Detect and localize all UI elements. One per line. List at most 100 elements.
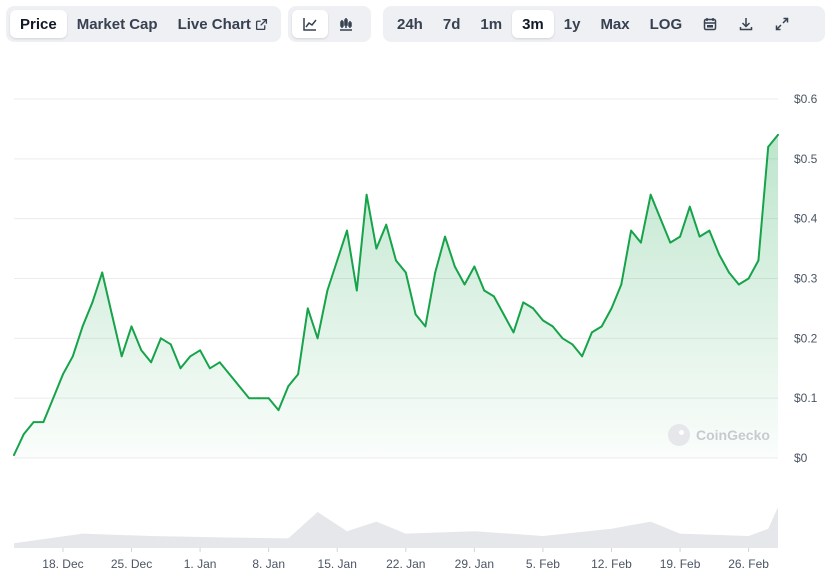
price-point — [669, 241, 672, 244]
price-point — [542, 319, 544, 322]
range-24h-button[interactable]: 24h — [387, 10, 433, 38]
y-tick-label: $0.6 — [794, 92, 818, 106]
x-tick-label: 22. Jan — [386, 557, 425, 571]
price-point — [326, 289, 329, 292]
price-point — [355, 289, 358, 292]
price-point — [728, 271, 730, 274]
price-point — [679, 235, 681, 238]
coingecko-logo-icon — [668, 424, 690, 446]
price-point — [248, 397, 251, 400]
x-tick-label: 8. Jan — [252, 557, 285, 571]
price-point — [22, 433, 25, 435]
price-point — [649, 193, 652, 196]
x-tick-label: 19. Feb — [660, 557, 701, 571]
price-point — [610, 307, 613, 310]
price-point — [228, 373, 231, 376]
range-1y-button[interactable]: 1y — [554, 10, 591, 38]
price-point — [551, 325, 554, 328]
price-point — [189, 355, 192, 358]
price-point — [71, 355, 74, 358]
price-point — [316, 337, 319, 340]
download-icon — [738, 16, 754, 32]
x-tick-label: 18. Dec — [42, 557, 83, 571]
price-point — [287, 385, 290, 388]
price-point — [375, 247, 378, 250]
x-tick-label: 15. Jan — [318, 557, 357, 571]
price-point — [120, 355, 123, 358]
price-point — [277, 409, 280, 411]
price-point — [591, 331, 593, 334]
price-point — [600, 325, 603, 328]
price-point — [404, 271, 407, 274]
price-point — [258, 397, 260, 400]
price-point — [101, 271, 104, 274]
price-point — [581, 355, 583, 358]
range-selector: 24h 7d 1m 3m 1y Max LOG — [383, 6, 825, 42]
price-point — [306, 307, 309, 310]
price-point — [493, 295, 495, 298]
price-point — [91, 301, 94, 304]
price-point — [42, 421, 45, 423]
price-point — [414, 313, 417, 316]
y-axis: $0 $0.1 $0.2 $0.3 $0.4 $0.5 $0.6 — [794, 92, 818, 465]
price-point — [140, 349, 143, 352]
range-3m-button[interactable]: 3m — [512, 10, 554, 38]
range-7d-button[interactable]: 7d — [433, 10, 471, 38]
range-1m-button[interactable]: 1m — [470, 10, 512, 38]
range-max-button[interactable]: Max — [590, 10, 639, 38]
x-tick-label: 5. Feb — [526, 557, 560, 571]
external-link-icon — [255, 18, 268, 31]
metric-tabs: Price Market Cap Live Chart — [6, 6, 281, 42]
x-axis: 18. Dec 25. Dec 1. Jan 8. Jan 15. Jan 22. Jan… — [42, 548, 769, 571]
price-point — [336, 259, 339, 262]
price-chart: $0 $0.1 $0.2 $0.3 $0.4 $0.5 $0.6 18. Dec 25. De… — [13, 92, 818, 571]
y-tick-label: $0.3 — [794, 272, 818, 286]
tab-price[interactable]: Price — [10, 10, 67, 38]
chart-toolbar: Price Market Cap Live Chart 24h 7d 1m 3m… — [6, 6, 825, 42]
tab-live-chart[interactable]: Live Chart — [168, 10, 278, 38]
price-point — [640, 241, 642, 244]
price-point — [385, 223, 388, 226]
price-point — [52, 397, 55, 400]
x-tick-label: 29. Jan — [455, 557, 494, 571]
y-tick-label: $0.5 — [794, 152, 818, 166]
y-tick-label: $0 — [794, 451, 808, 465]
price-point — [199, 349, 202, 352]
price-point — [434, 271, 437, 274]
coingecko-watermark: CoinGecko — [668, 424, 770, 446]
volume-bars — [14, 507, 778, 548]
log-scale-button[interactable]: LOG — [640, 10, 693, 38]
price-area — [14, 134, 778, 458]
line-chart-button[interactable] — [292, 10, 328, 38]
expand-icon — [774, 16, 790, 32]
x-tick-label: 26. Feb — [728, 557, 769, 571]
price-point — [267, 397, 270, 400]
price-point — [62, 373, 64, 376]
price-point — [522, 301, 525, 304]
fullscreen-button[interactable] — [764, 10, 800, 38]
price-point — [747, 277, 750, 280]
price-point — [395, 259, 397, 262]
candlestick-chart-button[interactable] — [328, 10, 364, 38]
date-picker-button[interactable] — [692, 10, 728, 38]
download-button[interactable] — [728, 10, 764, 38]
candlestick-chart-icon — [338, 16, 354, 32]
price-point — [424, 325, 427, 328]
price-point — [346, 229, 348, 232]
price-point — [561, 337, 564, 340]
tab-live-chart-label: Live Chart — [177, 15, 251, 33]
chart-type-toggle — [288, 6, 371, 42]
price-point — [365, 193, 368, 196]
price-point — [708, 229, 711, 232]
y-tick-label: $0.1 — [794, 391, 818, 405]
tab-market-cap[interactable]: Market Cap — [67, 10, 168, 38]
price-point — [659, 217, 662, 220]
price-point — [32, 421, 35, 423]
price-point — [209, 367, 211, 370]
price-point — [453, 265, 456, 268]
price-point — [111, 313, 113, 316]
y-tick-label: $0.4 — [794, 212, 818, 226]
price-point — [297, 373, 299, 376]
volume-area — [14, 507, 778, 548]
x-tick-label: 12. Feb — [591, 557, 632, 571]
